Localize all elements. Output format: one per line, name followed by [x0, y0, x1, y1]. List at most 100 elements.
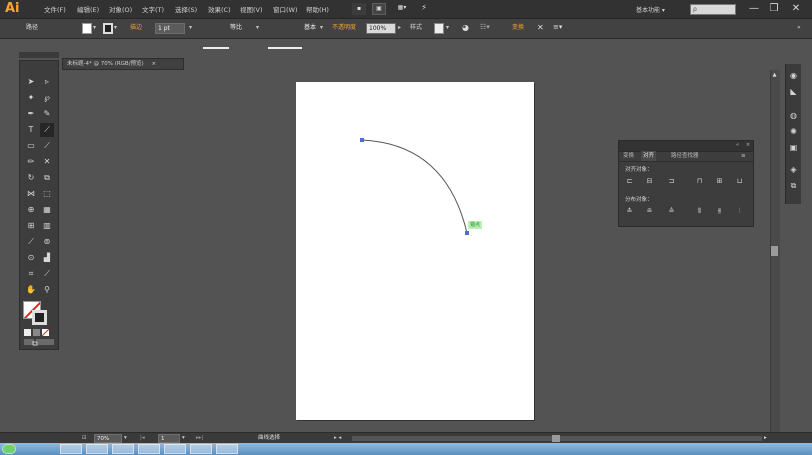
chevron-down-icon[interactable]: ▾ — [446, 23, 449, 34]
color-guide-icon[interactable]: ◣ — [788, 86, 799, 97]
rotate-tool[interactable]: ↻ — [24, 171, 38, 185]
profile-label[interactable]: 等比 — [230, 23, 242, 34]
symbols-panel-icon[interactable]: ▣ — [788, 142, 799, 153]
zoom-field[interactable]: 70% — [94, 434, 122, 443]
close-button[interactable]: ✕ — [786, 0, 806, 18]
tab-pathfinder[interactable]: 路径查找器 — [671, 151, 699, 161]
gradient-tool[interactable]: ▥ — [40, 219, 54, 233]
free-transform-tool[interactable]: ⬚ — [40, 187, 54, 201]
taskbar-app[interactable] — [190, 444, 212, 454]
distribute-bottom-icon[interactable]: ≙ — [667, 207, 676, 216]
scroll-up-icon[interactable]: ▲ — [771, 72, 778, 78]
tab-transform[interactable]: 变换 — [623, 151, 634, 161]
menu-select[interactable]: 选择(S) — [175, 4, 197, 14]
hand-tool[interactable]: ✋ — [24, 283, 38, 297]
pencil-tool[interactable]: ✏ — [24, 155, 38, 169]
brushes-panel-icon[interactable]: ✺ — [788, 126, 799, 137]
eyedropper-tool[interactable]: ⟋ — [24, 235, 38, 249]
taskbar-app[interactable] — [138, 444, 160, 454]
pen-tool[interactable]: ✒ — [24, 107, 38, 121]
menu-type[interactable]: 文字(T) — [142, 4, 164, 14]
chevron-down-icon[interactable]: ▾ — [124, 434, 127, 443]
variable-width-profile-preview[interactable] — [203, 47, 229, 49]
lasso-tool[interactable]: ℘ — [40, 91, 54, 105]
brush-label[interactable]: 基本 — [304, 23, 316, 34]
panel-menu-icon[interactable]: ≡ — [741, 151, 746, 161]
align-bottom-icon[interactable]: ⊔ — [735, 177, 744, 186]
eraser-tool[interactable]: ✕ — [40, 155, 54, 169]
panel-options-icon[interactable]: ≡▾ — [553, 23, 562, 34]
opacity-field[interactable]: 100% — [366, 23, 396, 34]
distribute-left-icon[interactable]: ⫴ — [695, 207, 704, 216]
start-button[interactable] — [2, 444, 16, 454]
brush-definition-preview[interactable] — [268, 47, 302, 49]
next-artboard-icon[interactable]: ▸▸| — [196, 434, 203, 443]
vertical-scroll-thumb[interactable] — [771, 246, 778, 256]
stroke-label[interactable]: 描边 — [130, 23, 142, 34]
bridge-icon[interactable]: ▪ — [352, 3, 366, 15]
taskbar-app[interactable] — [164, 444, 186, 454]
none-mode-icon[interactable] — [42, 329, 49, 336]
recolor-icon[interactable]: ◕ — [462, 23, 469, 34]
change-screen-mode-icon[interactable]: ⧉ — [32, 340, 42, 348]
transform-label[interactable]: 变换 — [512, 23, 524, 34]
restore-button[interactable]: ❐ — [764, 0, 784, 18]
distribute-top-icon[interactable]: ≛ — [625, 207, 634, 216]
width-tool[interactable]: ⋈ — [24, 187, 38, 201]
selection-tool[interactable]: ➤ — [24, 75, 38, 89]
taskbar-app[interactable] — [60, 444, 82, 454]
curvature-tool[interactable]: ✎ — [40, 107, 54, 121]
color-panel-icon[interactable]: ◉ — [788, 70, 799, 81]
taskbar-app[interactable] — [86, 444, 108, 454]
menu-object[interactable]: 对象(O) — [109, 4, 132, 14]
zoom-tool[interactable]: ⚲ — [40, 283, 54, 297]
toolbar-collapse-handle[interactable] — [19, 52, 59, 58]
chevron-down-icon[interactable]: ▾ — [182, 434, 185, 443]
align-vertical-center-icon[interactable]: ⊞ — [715, 177, 724, 186]
align-horizontal-center-icon[interactable]: ⊟ — [645, 177, 654, 186]
align-right-icon[interactable]: ⊐ — [667, 177, 676, 186]
distribute-right-icon[interactable]: ⫶ — [735, 207, 744, 216]
stroke-color-box[interactable] — [32, 310, 47, 325]
artboard[interactable]: 锚点 — [296, 82, 534, 420]
artboard-number-field[interactable]: 1 — [158, 434, 180, 443]
tab-close-icon[interactable]: × — [151, 61, 156, 67]
rocket-icon[interactable]: ⚡ — [418, 3, 430, 15]
close-icon[interactable]: × — [746, 142, 750, 148]
control-bar-menu-icon[interactable]: « — [797, 23, 801, 34]
taskbar-app[interactable] — [216, 444, 238, 454]
opacity-label[interactable]: 不透明度 — [332, 23, 356, 34]
taskbar-app[interactable] — [112, 444, 134, 454]
drawn-arc-path[interactable] — [296, 82, 534, 420]
tab-align[interactable]: 对齐 — [641, 151, 657, 161]
chevron-down-icon[interactable]: ▾ — [93, 23, 96, 34]
distribute-horizontal-center-icon[interactable]: ⫵ — [715, 207, 724, 216]
chevron-down-icon[interactable]: ▾ — [320, 23, 323, 34]
search-input[interactable]: ρ — [690, 4, 736, 15]
stroke-swatch[interactable] — [103, 23, 113, 34]
color-mode-icon[interactable] — [24, 329, 31, 336]
chevron-down-icon[interactable]: ▾ — [256, 23, 259, 34]
menu-file[interactable]: 文件(F) — [44, 4, 66, 14]
align-left-icon[interactable]: ⊏ — [625, 177, 634, 186]
collapse-icon[interactable]: « — [736, 142, 739, 148]
paintbrush-tool[interactable]: ⟋ — [40, 139, 54, 153]
isolate-icon[interactable]: ✕ — [537, 23, 544, 34]
gradient-mode-icon[interactable] — [33, 329, 40, 336]
mesh-tool[interactable]: ⊞ — [24, 219, 38, 233]
status-menu-icon[interactable]: ▸ ◂ — [334, 434, 341, 443]
symbol-sprayer-tool[interactable]: ⊙ — [24, 251, 38, 265]
swatches-panel-icon[interactable]: ◍ — [788, 110, 799, 121]
distribute-vertical-center-icon[interactable]: ≘ — [645, 207, 654, 216]
shape-builder-tool[interactable]: ⊕ — [24, 203, 38, 217]
slice-tool[interactable]: ⟋ — [40, 267, 54, 281]
document-tab[interactable]: 未标题-4* @ 70% (RGB/预览) × — [62, 58, 184, 70]
magic-wand-tool[interactable]: ✦ — [24, 91, 38, 105]
fill-swatch[interactable] — [82, 23, 92, 34]
graphic-style-swatch[interactable] — [434, 23, 444, 34]
workspace-switcher[interactable]: 基本功能 ▾ — [636, 5, 665, 14]
chevron-down-icon[interactable]: ▾ — [189, 23, 192, 34]
layers-panel-icon[interactable]: ◈ — [788, 164, 799, 175]
rectangle-tool[interactable]: ▭ — [24, 139, 38, 153]
arrange-documents-icon[interactable]: ▣ — [372, 3, 386, 15]
